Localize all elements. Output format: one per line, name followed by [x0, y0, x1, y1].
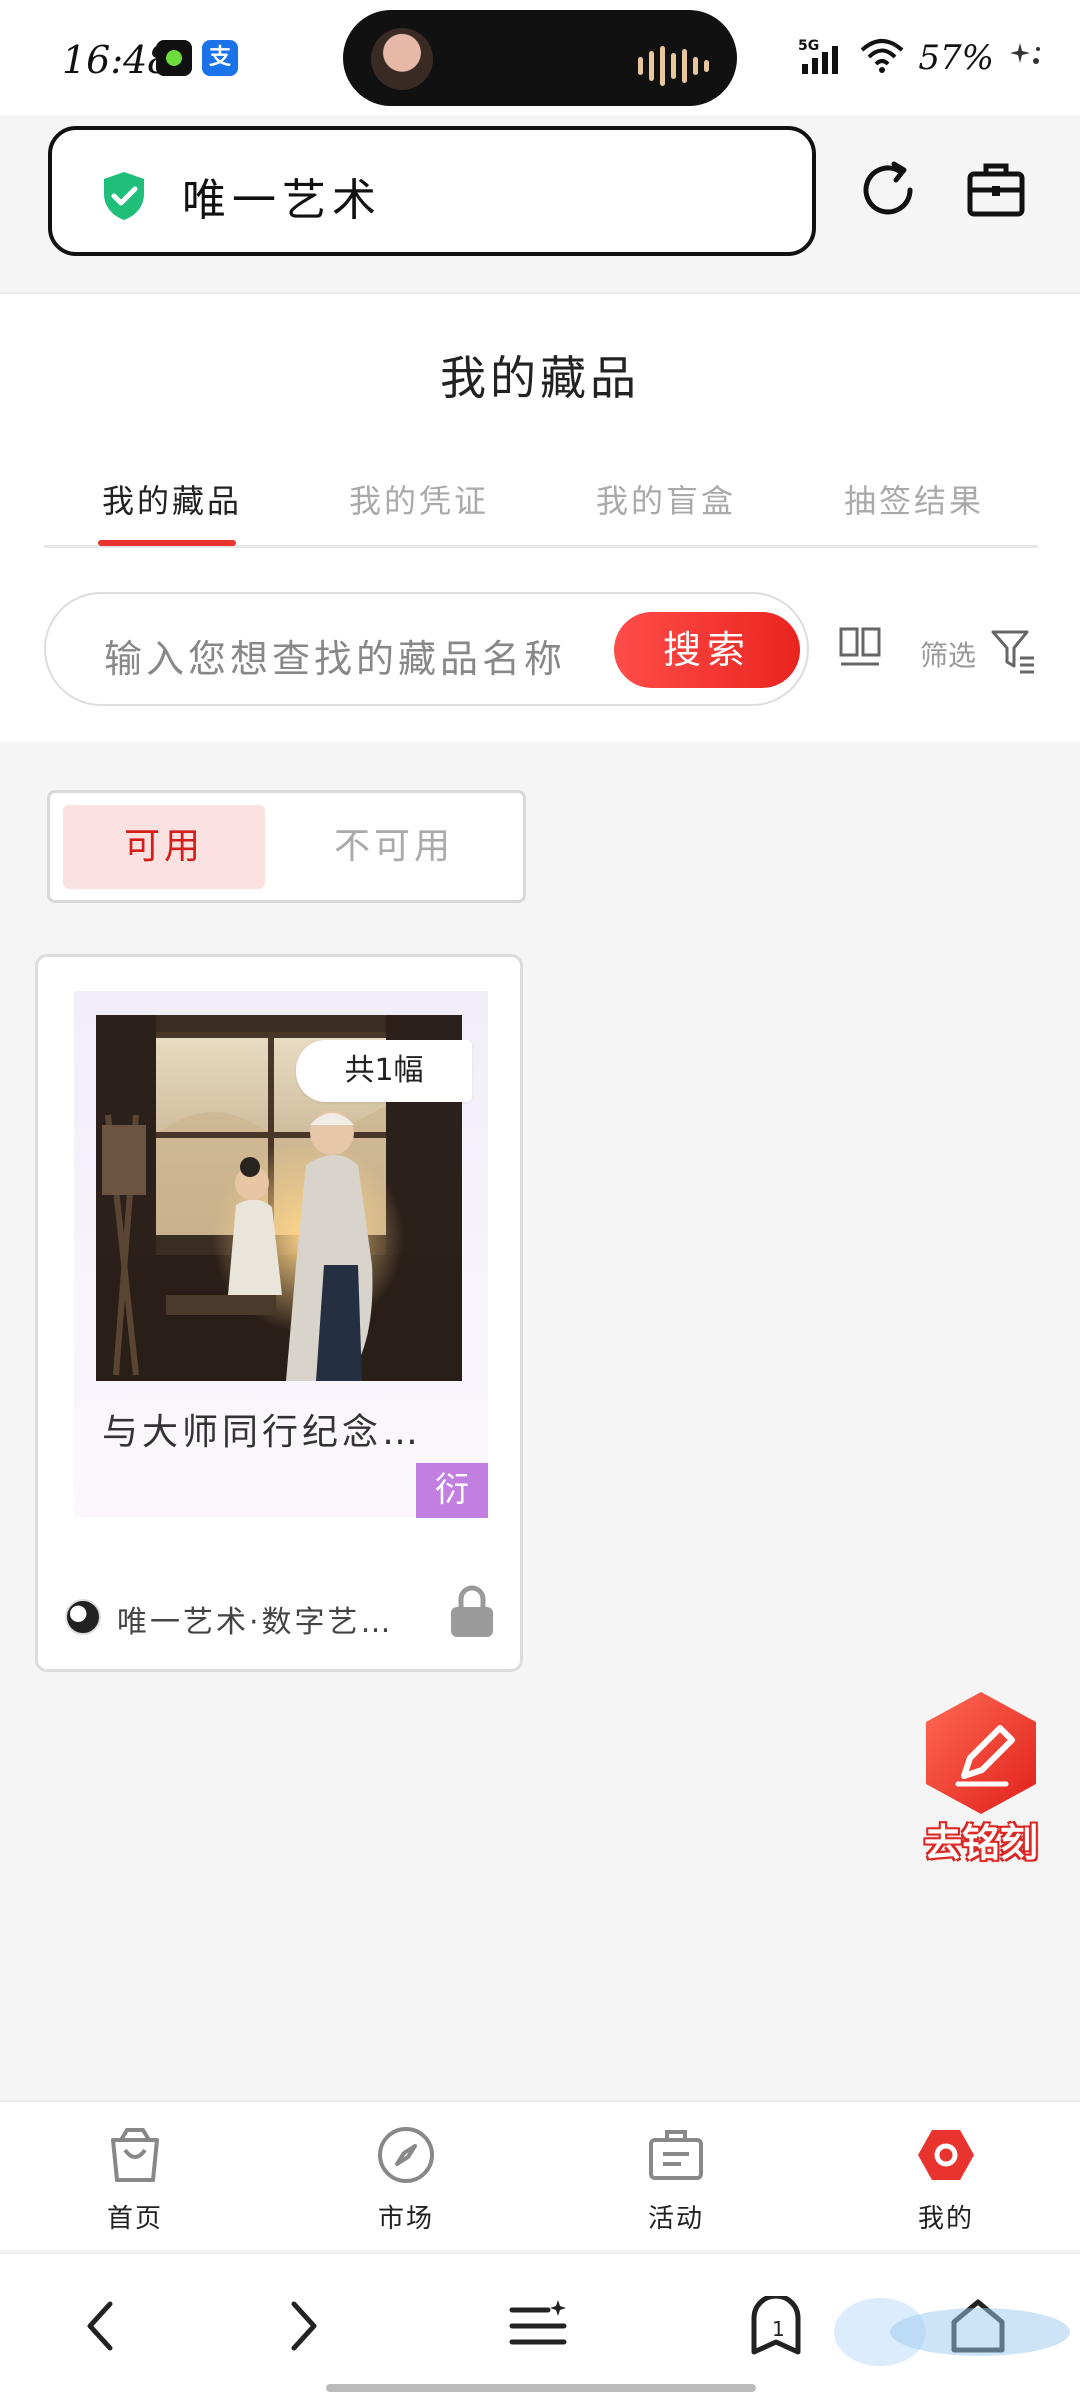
nav-home-label: 首页: [106, 2204, 163, 2234]
engrave-button[interactable]: 去铭刻: [914, 1688, 1048, 1867]
tab-my-collection[interactable]: 我的藏品: [102, 476, 242, 522]
refresh-icon[interactable]: [856, 158, 920, 222]
media-avatar: [371, 28, 433, 90]
back-icon[interactable]: [80, 2296, 120, 2360]
filter-label[interactable]: 筛选: [920, 634, 976, 674]
nav-mine-label: 我的: [917, 2204, 974, 2234]
svg-text:1: 1: [772, 2317, 785, 2341]
svg-text:5G: 5G: [798, 38, 819, 54]
active-tab-indicator: [98, 540, 236, 546]
lock-icon: [449, 1583, 495, 1643]
tab-my-vouchers[interactable]: 我的凭证: [349, 476, 489, 522]
home-indicator[interactable]: [326, 2384, 756, 2392]
address-text[interactable]: 唯一艺术: [182, 164, 382, 228]
grid-layout-icon[interactable]: [838, 626, 882, 674]
menu-icon[interactable]: [508, 2296, 570, 2360]
search-box[interactable]: 输入您想查找的藏品名称 搜索: [44, 592, 809, 706]
derivative-type-badge: 衍: [416, 1463, 488, 1518]
shopping-bag-icon: [107, 2128, 163, 2188]
card-name: 与大师同行纪念…: [102, 1412, 423, 1453]
dynamic-island[interactable]: [343, 10, 737, 106]
filter-icon[interactable]: [990, 628, 1036, 678]
tab-my-blind-boxes[interactable]: 我的盲盒: [596, 476, 736, 522]
nav-activity[interactable]: 活动: [616, 2126, 736, 2235]
tab-lottery-results[interactable]: 抽签结果: [844, 476, 984, 522]
page-title: 我的藏品: [440, 351, 640, 405]
sparkle-icon: [1008, 41, 1044, 75]
security-shield-icon: [100, 170, 148, 226]
address-bar[interactable]: 唯一艺术: [48, 126, 816, 256]
artwork-count-tag: 共1幅: [296, 1040, 472, 1102]
alipay-icon: 支: [202, 40, 238, 76]
nav-home[interactable]: 首页: [75, 2126, 195, 2235]
nav-market[interactable]: 市场: [346, 2126, 466, 2235]
status-indicators: 5G 57%: [798, 36, 1044, 80]
search-button[interactable]: 搜索: [614, 612, 800, 688]
app-bottom-nav: 首页 市场 活动 我的: [0, 2100, 1080, 2250]
nav-mine[interactable]: 我的: [886, 2126, 1006, 2235]
nav-activity-label: 活动: [647, 2204, 704, 2234]
publisher-name: 唯一艺术·数字艺…: [117, 1605, 394, 1640]
engrave-label[interactable]: 去铭刻: [914, 1812, 1048, 1867]
cellular-signal-icon: 5G: [798, 36, 846, 80]
tabs-icon[interactable]: 1: [748, 2293, 804, 2362]
search-input[interactable]: 输入您想查找的藏品名称: [104, 628, 566, 683]
wifi-icon: [860, 38, 904, 78]
music-app-icon: [156, 40, 192, 76]
status-bar: 16:48 支 5G 57%: [0, 0, 1080, 115]
forward-icon[interactable]: [284, 2296, 324, 2360]
available-option[interactable]: 可用: [63, 805, 265, 889]
nav-market-label: 市场: [377, 2204, 434, 2234]
watermark-logo: [830, 2292, 1070, 2372]
hexagon-pencil-icon: [926, 1692, 1036, 1814]
tab-bar: 我的藏品 我的凭证 我的盲盒 抽签结果: [44, 452, 1038, 548]
battery-percent: 57%: [918, 38, 994, 78]
unavailable-option[interactable]: 不可用: [304, 805, 484, 889]
publisher-avatar: [65, 1599, 101, 1635]
compass-icon: [377, 2127, 435, 2188]
availability-toggle: 可用 不可用: [47, 790, 526, 903]
tabs-and-search: 我的藏品 我的凭证 我的盲盒 抽签结果 输入您想查找的藏品名称 搜索 筛选: [0, 452, 1080, 742]
page-header: 我的藏品: [0, 292, 1080, 452]
audio-wave-icon: [638, 46, 709, 86]
briefcase-icon: [647, 2130, 705, 2188]
hexagon-profile-icon: [916, 2130, 976, 2188]
toolbox-icon[interactable]: [964, 158, 1028, 222]
